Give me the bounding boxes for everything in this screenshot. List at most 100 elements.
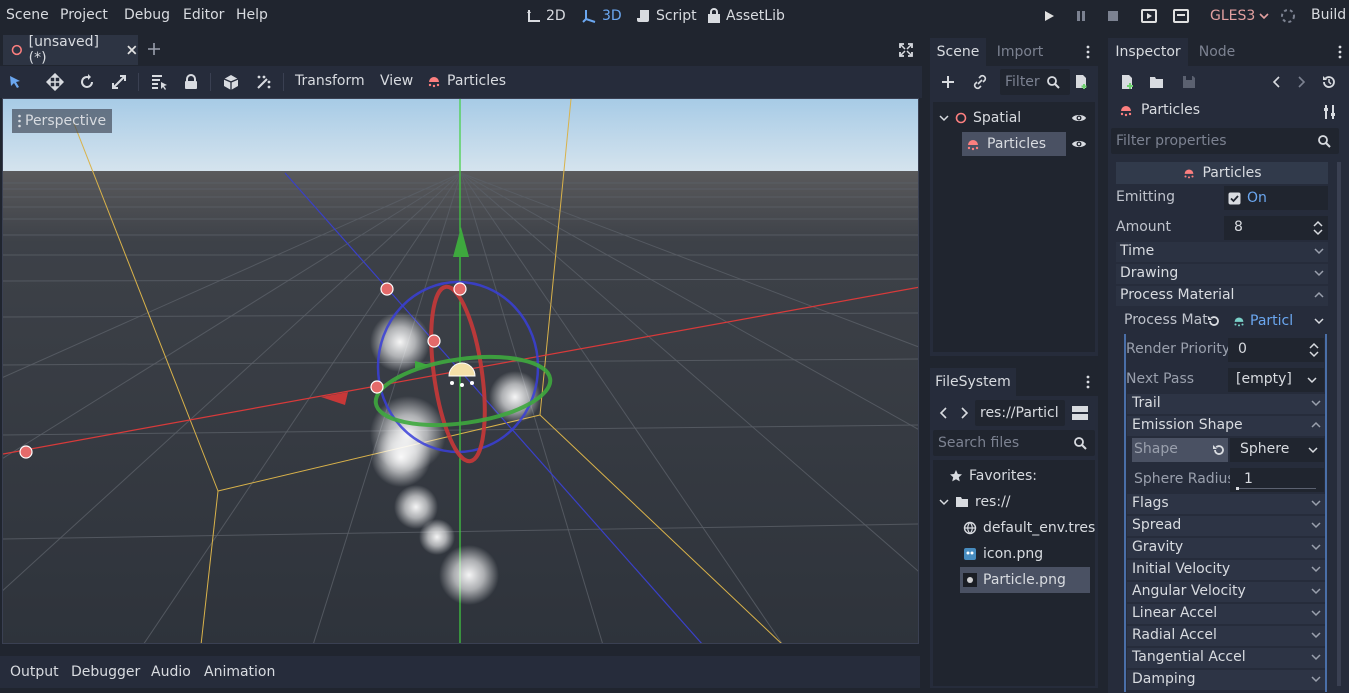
select-tool-icon[interactable] bbox=[6, 73, 24, 91]
slider-grabber[interactable] bbox=[1236, 487, 1239, 490]
section-process-material[interactable]: Process Material bbox=[1116, 286, 1328, 306]
section-trail[interactable]: Trail bbox=[1127, 394, 1325, 414]
process-mat-picker[interactable]: Particl bbox=[1228, 309, 1328, 333]
tab-filesystem[interactable]: FileSystem bbox=[930, 368, 1016, 396]
perspective-menu-button[interactable]: Perspective bbox=[12, 109, 113, 133]
move-tool-icon[interactable] bbox=[46, 73, 64, 91]
play-icon[interactable] bbox=[1040, 7, 1058, 25]
object-tools-icon[interactable] bbox=[1322, 104, 1338, 120]
view-menu[interactable]: View bbox=[380, 73, 413, 89]
fullscreen-icon[interactable] bbox=[898, 42, 914, 58]
section-emission-shape[interactable]: Emission Shape bbox=[1127, 416, 1325, 436]
file-item[interactable]: default_env.tres bbox=[963, 516, 1095, 540]
tab-scene[interactable]: Scene bbox=[930, 38, 986, 66]
scene-filter-input[interactable]: Filter bbox=[1000, 69, 1070, 95]
section-time[interactable]: Time bbox=[1116, 242, 1328, 262]
kebab-icon[interactable] bbox=[1086, 374, 1090, 390]
list-select-icon[interactable] bbox=[150, 73, 168, 91]
tab-import[interactable]: Import bbox=[990, 38, 1050, 66]
transform-menu[interactable]: Transform bbox=[295, 73, 365, 89]
local-space-icon[interactable] bbox=[222, 73, 240, 91]
section-damping[interactable]: Damping bbox=[1127, 670, 1325, 690]
tree-item-particles[interactable]: Particles bbox=[965, 132, 1046, 156]
section-radial-accel[interactable]: Radial Accel bbox=[1127, 626, 1325, 646]
tab-debugger[interactable]: Debugger bbox=[71, 664, 140, 680]
section-initial-velocity[interactable]: Initial Velocity bbox=[1127, 560, 1325, 580]
section-gravity[interactable]: Gravity bbox=[1127, 538, 1325, 558]
sphere-radius-slider[interactable]: 1 bbox=[1230, 468, 1324, 492]
amount-spinbox[interactable]: 8 bbox=[1224, 216, 1328, 240]
visibility-icon[interactable] bbox=[1071, 138, 1087, 150]
inspected-object[interactable]: Particles bbox=[1118, 102, 1200, 118]
section-angular-velocity[interactable]: Angular Velocity bbox=[1127, 582, 1325, 602]
tab-node[interactable]: Node bbox=[1192, 38, 1242, 66]
inspector-scrollbar[interactable] bbox=[1337, 162, 1341, 686]
3d-viewport[interactable]: Perspective bbox=[2, 98, 919, 644]
back-icon[interactable] bbox=[939, 406, 949, 420]
section-flags[interactable]: Flags bbox=[1127, 494, 1325, 514]
save-icon[interactable] bbox=[1181, 74, 1197, 90]
tab-output[interactable]: Output bbox=[10, 664, 59, 680]
new-resource-icon[interactable] bbox=[1119, 74, 1135, 90]
add-node-icon[interactable] bbox=[940, 74, 956, 90]
filter-properties-input[interactable]: Filter properties bbox=[1111, 128, 1339, 154]
play-scene-icon[interactable] bbox=[1140, 7, 1158, 25]
file-item[interactable]: Particle.png bbox=[963, 568, 1066, 592]
next-pass-picker[interactable]: [empty] bbox=[1228, 368, 1324, 392]
search-files-input[interactable]: Search files bbox=[933, 430, 1095, 456]
stop-icon[interactable] bbox=[1104, 7, 1122, 25]
path-field[interactable]: res://Particl bbox=[975, 400, 1065, 426]
instance-scene-icon[interactable] bbox=[1073, 74, 1089, 90]
section-drawing[interactable]: Drawing bbox=[1116, 264, 1328, 284]
section-tangential-accel[interactable]: Tangential Accel bbox=[1127, 648, 1325, 668]
link-icon[interactable] bbox=[972, 74, 988, 90]
lock-icon[interactable] bbox=[182, 73, 200, 91]
tab-audio[interactable]: Audio bbox=[151, 664, 191, 680]
tab-inspector[interactable]: Inspector bbox=[1108, 38, 1188, 66]
close-icon[interactable] bbox=[126, 44, 138, 56]
renderer-selector[interactable]: GLES3 bbox=[1210, 6, 1269, 26]
play-custom-scene-icon[interactable] bbox=[1172, 7, 1190, 25]
menu-editor[interactable]: Editor bbox=[183, 7, 224, 23]
class-header[interactable]: Particles bbox=[1116, 162, 1328, 184]
scale-tool-icon[interactable] bbox=[110, 73, 128, 91]
tab-animation[interactable]: Animation bbox=[204, 664, 275, 680]
revert-icon[interactable] bbox=[1207, 314, 1221, 328]
split-view-icon[interactable] bbox=[1071, 405, 1089, 421]
spatial-icon bbox=[11, 44, 22, 56]
history-back-icon[interactable] bbox=[1272, 75, 1282, 89]
forward-icon[interactable] bbox=[959, 406, 969, 420]
history-forward-icon[interactable] bbox=[1296, 75, 1306, 89]
section-linear-accel[interactable]: Linear Accel bbox=[1127, 604, 1325, 624]
workspace-3d-button[interactable]: 3D bbox=[582, 6, 622, 26]
workspace-assetlib-button[interactable]: AssetLib bbox=[706, 6, 785, 26]
section-label: Trail bbox=[1132, 395, 1161, 411]
snap-icon[interactable] bbox=[255, 73, 273, 91]
favorites-item[interactable]: Favorites: bbox=[949, 464, 1037, 488]
section-spread[interactable]: Spread bbox=[1127, 516, 1325, 536]
kebab-icon[interactable] bbox=[1086, 44, 1090, 60]
render-priority-spinbox[interactable]: 0 bbox=[1228, 338, 1324, 362]
revert-icon[interactable] bbox=[1212, 443, 1226, 457]
res-root-item[interactable]: res:// bbox=[939, 490, 1011, 514]
build-button[interactable]: Build bbox=[1311, 7, 1346, 23]
tree-item-spatial[interactable]: Spatial bbox=[939, 106, 1021, 130]
menu-help[interactable]: Help bbox=[236, 7, 268, 23]
workspace-script-button[interactable]: Script bbox=[636, 6, 697, 26]
emitting-checkbox[interactable]: On bbox=[1224, 186, 1328, 210]
scene-tab[interactable]: [unsaved](*) bbox=[3, 34, 138, 66]
shape-dropdown[interactable]: Sphere bbox=[1230, 438, 1324, 462]
pause-icon[interactable] bbox=[1072, 7, 1090, 25]
add-tab-icon[interactable] bbox=[147, 42, 161, 56]
rotate-tool-icon[interactable] bbox=[78, 73, 96, 91]
workspace-2d-button[interactable]: 2D bbox=[526, 6, 566, 26]
visibility-icon[interactable] bbox=[1071, 112, 1087, 124]
kebab-icon[interactable] bbox=[1338, 44, 1342, 60]
particles-menu[interactable]: Particles bbox=[426, 73, 506, 89]
open-folder-icon[interactable] bbox=[1149, 74, 1165, 90]
menu-scene[interactable]: Scene bbox=[6, 7, 49, 23]
menu-project[interactable]: Project bbox=[60, 7, 108, 23]
history-icon[interactable] bbox=[1321, 74, 1337, 90]
menu-debug[interactable]: Debug bbox=[124, 7, 170, 23]
file-item[interactable]: icon.png bbox=[963, 542, 1043, 566]
